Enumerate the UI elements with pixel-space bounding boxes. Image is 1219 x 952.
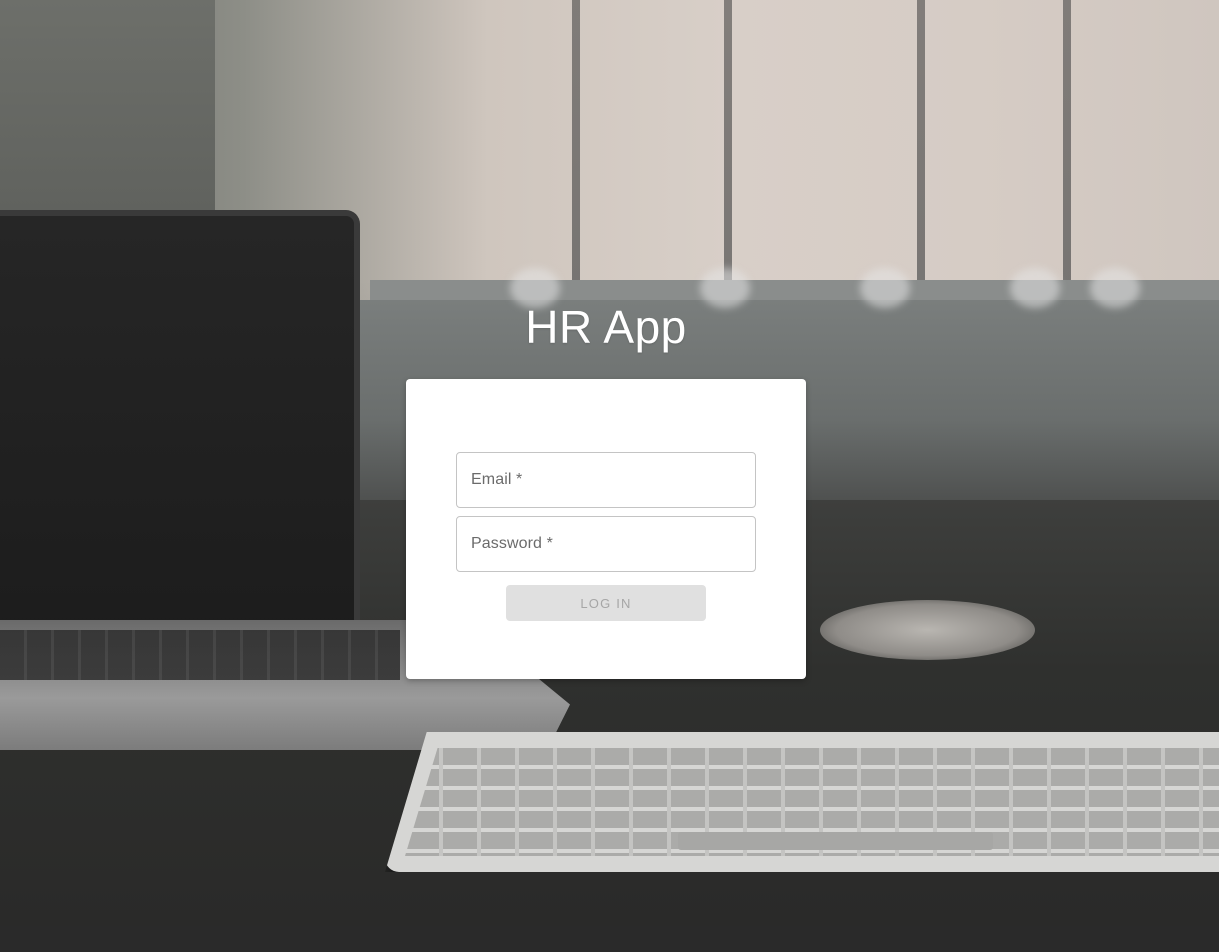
password-input[interactable]	[457, 517, 755, 571]
login-button[interactable]: LOG IN	[506, 585, 706, 621]
laptop-keyboard	[0, 630, 400, 680]
password-field[interactable]: Password *	[456, 516, 756, 572]
app-title: HR App	[525, 301, 687, 353]
keyboard-spacebar	[678, 832, 993, 850]
background-wall	[0, 0, 215, 230]
coffee-cup	[820, 600, 1035, 660]
login-card: Email * Password * LOG IN	[406, 379, 806, 679]
email-input[interactable]	[457, 453, 755, 507]
blind-cord	[724, 0, 732, 290]
blind-cord	[1063, 0, 1071, 290]
laptop-screen	[0, 210, 360, 650]
email-field[interactable]: Email *	[456, 452, 756, 508]
blind-cord	[917, 0, 925, 290]
blind-cord	[572, 0, 580, 290]
